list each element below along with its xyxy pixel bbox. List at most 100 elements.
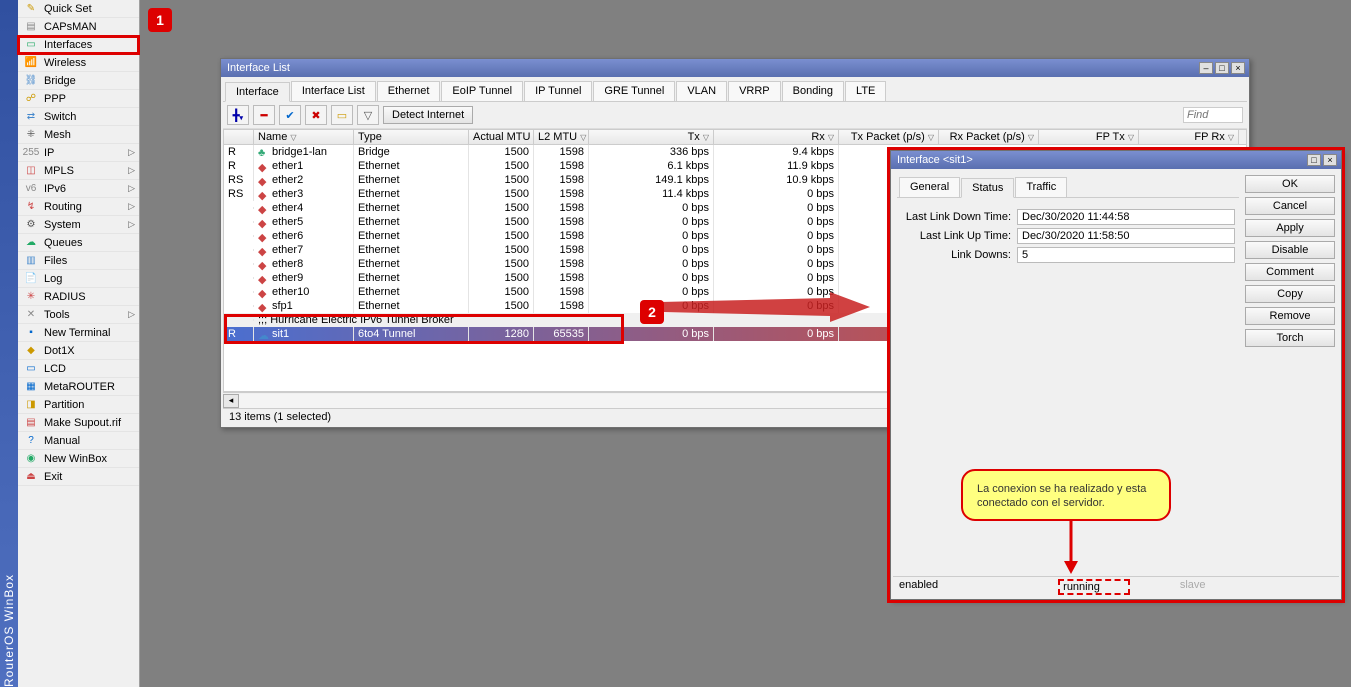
comment-button[interactable]: ▭ <box>331 105 353 125</box>
close-button[interactable]: × <box>1323 154 1337 166</box>
comment-button[interactable]: Comment <box>1245 263 1335 281</box>
menu-icon: ✳ <box>24 290 38 304</box>
menu-icon: ↯ <box>24 200 38 214</box>
scroll-left-button[interactable]: ◂ <box>223 394 239 408</box>
sidebar-item-make-supout-rif[interactable]: ▤Make Supout.rif <box>18 414 139 432</box>
copy-button[interactable]: Copy <box>1245 285 1335 303</box>
tab-eoip-tunnel[interactable]: EoIP Tunnel <box>441 81 523 101</box>
tab-interface-list[interactable]: Interface List <box>291 81 376 101</box>
sidebar-item-queues[interactable]: ☁Queues <box>18 234 139 252</box>
detail-tab-general[interactable]: General <box>899 177 960 197</box>
interface-detail-window: Interface <sit1> □ × GeneralStatusTraffi… <box>890 150 1342 600</box>
close-button[interactable]: × <box>1231 62 1245 74</box>
sidebar-item-tools[interactable]: ✕Tools▷ <box>18 306 139 324</box>
disable-button[interactable]: Disable <box>1245 241 1335 259</box>
menu-icon: ◉ <box>24 452 38 466</box>
sidebar-item-manual[interactable]: ?Manual <box>18 432 139 450</box>
menu-icon: v6 <box>24 182 38 196</box>
add-button[interactable]: ╋▾ <box>227 105 249 125</box>
sidebar-item-metarouter[interactable]: ▦MetaROUTER <box>18 378 139 396</box>
column-header[interactable]: Tx ▽ <box>589 130 714 144</box>
menu-label: IP <box>44 147 54 159</box>
sidebar-item-ipv6[interactable]: v6IPv6▷ <box>18 180 139 198</box>
column-header[interactable]: Name ▽ <box>254 130 354 144</box>
sidebar-item-radius[interactable]: ✳ RADIUS <box>18 288 139 306</box>
detail-tab-status[interactable]: Status <box>961 178 1014 198</box>
column-header[interactable]: Rx ▽ <box>714 130 839 144</box>
tab-vlan[interactable]: VLAN <box>676 81 727 101</box>
maximize-button[interactable]: □ <box>1215 62 1229 74</box>
column-header[interactable]: FP Rx ▽ <box>1139 130 1239 144</box>
column-header[interactable]: Type <box>354 130 469 144</box>
sidebar-item-bridge[interactable]: ⛓Bridge <box>18 72 139 90</box>
column-header[interactable]: FP Tx ▽ <box>1039 130 1139 144</box>
tab-lte[interactable]: LTE <box>845 81 886 101</box>
sidebar-item-exit[interactable]: ⏏Exit <box>18 468 139 486</box>
menu-icon: ◫ <box>24 164 38 178</box>
detail-tab-traffic[interactable]: Traffic <box>1015 177 1067 197</box>
tab-ethernet[interactable]: Ethernet <box>377 81 441 101</box>
minimize-button[interactable]: ‒ <box>1199 62 1213 74</box>
sidebar-item-system[interactable]: ⚙System▷ <box>18 216 139 234</box>
menu-label: Manual <box>44 435 80 447</box>
sidebar-item-capsman[interactable]: ▤CAPsMAN <box>18 18 139 36</box>
sidebar-item-log[interactable]: 📄Log <box>18 270 139 288</box>
sidebar-item-ip[interactable]: 255IP▷ <box>18 144 139 162</box>
sidebar-item-ppp[interactable]: ☍PPP <box>18 90 139 108</box>
sidebar-item-quick-set[interactable]: ✎ Quick Set <box>18 0 139 18</box>
menu-label: Quick Set <box>44 3 92 15</box>
enable-button[interactable]: ✔ <box>279 105 301 125</box>
column-header[interactable]: Tx Packet (p/s) ▽ <box>839 130 939 144</box>
column-header[interactable] <box>224 130 254 144</box>
detect-internet-button[interactable]: Detect Internet <box>383 106 473 124</box>
tab-ip-tunnel[interactable]: IP Tunnel <box>524 81 592 101</box>
sidebar-item-new-terminal[interactable]: ▪New Terminal <box>18 324 139 342</box>
last-link-up-value: Dec/30/2020 11:58:50 <box>1017 228 1235 244</box>
window-titlebar[interactable]: Interface <sit1> □ × <box>891 151 1341 169</box>
menu-label: Wireless <box>44 57 86 69</box>
menu-icon: ◨ <box>24 398 38 412</box>
sidebar-item-wireless[interactable]: 📶Wireless <box>18 54 139 72</box>
sidebar-item-dot1x[interactable]: ◆Dot1X <box>18 342 139 360</box>
disable-button[interactable]: ✖ <box>305 105 327 125</box>
tab-vrrp[interactable]: VRRP <box>728 81 781 101</box>
maximize-button[interactable]: □ <box>1307 154 1321 166</box>
sidebar-item-interfaces[interactable]: ▭Interfaces <box>18 36 139 54</box>
ok-button[interactable]: OK <box>1245 175 1335 193</box>
menu-label: Make Supout.rif <box>44 417 121 429</box>
annotation-badge-1: 1 <box>148 8 172 32</box>
remove-button[interactable]: ━ <box>253 105 275 125</box>
column-header[interactable]: Actual MTU ▽ <box>469 130 534 144</box>
sidebar-item-partition[interactable]: ◨Partition <box>18 396 139 414</box>
menu-icon: ▪ <box>24 326 38 340</box>
torch-button[interactable]: Torch <box>1245 329 1335 347</box>
find-box[interactable] <box>1183 107 1243 123</box>
sidebar-item-mesh[interactable]: ⁜Mesh <box>18 126 139 144</box>
menu-label: RADIUS <box>44 291 86 303</box>
link-downs-label: Link Downs: <box>901 249 1011 261</box>
sidebar-item-switch[interactable]: ⇄Switch <box>18 108 139 126</box>
sidebar-item-mpls[interactable]: ◫MPLS▷ <box>18 162 139 180</box>
sidebar-item-files[interactable]: ▥Files <box>18 252 139 270</box>
apply-button[interactable]: Apply <box>1245 219 1335 237</box>
menu-icon: ▭ <box>24 38 38 52</box>
sidebar: ✎ Quick Set ▤CAPsMAN▭Interfaces📶Wireless⛓B… <box>18 0 140 687</box>
filter-button[interactable]: ▽ <box>357 105 379 125</box>
window-titlebar[interactable]: Interface List ‒ □ × <box>221 59 1249 77</box>
menu-icon: ✎ <box>24 2 38 16</box>
menu-icon: ▥ <box>24 254 38 268</box>
tab-bonding[interactable]: Bonding <box>782 81 844 101</box>
menu-label: System <box>44 219 81 231</box>
tab-gre-tunnel[interactable]: GRE Tunnel <box>593 81 675 101</box>
callout-arrow-icon <box>1061 519 1091 579</box>
cancel-button[interactable]: Cancel <box>1245 197 1335 215</box>
column-header[interactable]: Rx Packet (p/s) ▽ <box>939 130 1039 144</box>
find-input[interactable] <box>1183 107 1243 123</box>
tab-interface[interactable]: Interface <box>225 82 290 102</box>
column-header[interactable]: L2 MTU ▽ <box>534 130 589 144</box>
sidebar-item-new-winbox[interactable]: ◉New WinBox <box>18 450 139 468</box>
detail-status-bar: enabled running slave <box>893 576 1339 597</box>
sidebar-item-lcd[interactable]: ▭LCD <box>18 360 139 378</box>
sidebar-item-routing[interactable]: ↯Routing▷ <box>18 198 139 216</box>
remove-button[interactable]: Remove <box>1245 307 1335 325</box>
